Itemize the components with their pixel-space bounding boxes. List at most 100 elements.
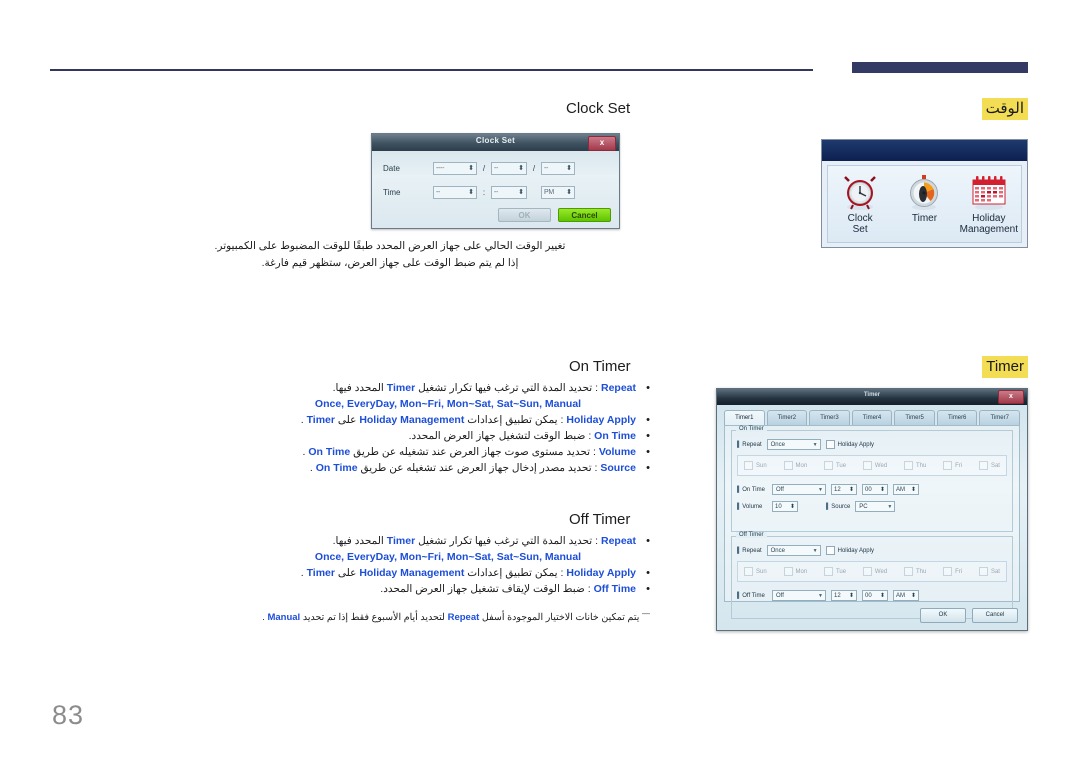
- bullet-colon: :: [592, 382, 599, 394]
- off-holiday-apply-checkbox[interactable]: Holiday Apply: [825, 546, 874, 555]
- footnote-marker: ―: [642, 609, 650, 618]
- close-icon[interactable]: x: [998, 390, 1024, 404]
- timer-dialog-buttons: OK Cancel: [920, 608, 1018, 623]
- tab-timer7[interactable]: Timer7: [979, 410, 1021, 425]
- tab-timer2[interactable]: Timer2: [766, 410, 808, 425]
- tab-timer5[interactable]: Timer5: [894, 410, 935, 425]
- on-time-hour-stepper[interactable]: 12 ⬍: [831, 484, 857, 495]
- stepper-arrows-icon: ⬍: [848, 593, 854, 599]
- volume-stepper[interactable]: 10 ⬍: [772, 501, 798, 512]
- checkbox-box-icon: [744, 461, 753, 470]
- off-day-tue[interactable]: Tue: [823, 567, 846, 576]
- time-hour-stepper[interactable]: -- ⬍: [433, 186, 477, 199]
- checkbox-box-icon: [783, 461, 793, 470]
- close-icon[interactable]: x: [588, 136, 616, 151]
- day-label: Tue: [835, 462, 847, 469]
- stepper-arrows-icon: ⬍: [789, 504, 795, 510]
- clock-set-buttons: OK Cancel: [498, 208, 611, 222]
- on-day-wed[interactable]: Wed: [862, 461, 887, 470]
- bullet-colon: :: [585, 430, 592, 442]
- bullet-text-2: المحدد فيها.: [332, 382, 384, 394]
- off-day-sat[interactable]: Sat: [978, 567, 1000, 576]
- off-repeat-label: Repeat: [737, 548, 761, 554]
- on-day-sat[interactable]: Sat: [978, 461, 1000, 470]
- list-item: Source : تحديد مصدر إدخال جهاز العرض عند…: [260, 460, 650, 476]
- bullet-colon: :: [557, 567, 564, 579]
- cancel-button[interactable]: Cancel: [558, 208, 611, 222]
- off-day-fri[interactable]: Fri: [943, 567, 962, 576]
- panel-item-clock-set[interactable]: Clock Set: [829, 171, 891, 235]
- bullet-colon: :: [592, 535, 599, 547]
- heading-off-timer: Off Timer: [569, 511, 631, 528]
- panel-icons: Clock Set Timer Holiday Management: [827, 165, 1022, 243]
- day-label: Fri: [955, 568, 963, 575]
- panel-item-holiday-management[interactable]: Holiday Management: [958, 171, 1020, 235]
- source-label: Source: [826, 504, 850, 510]
- time-meridiem-stepper[interactable]: PM ⬍: [541, 186, 575, 199]
- tab-timer3[interactable]: Timer3: [809, 410, 850, 425]
- stepper-arrows-icon: ⬍: [566, 189, 572, 196]
- time-minute-stepper[interactable]: -- ⬍: [491, 186, 527, 199]
- on-day-fri[interactable]: Fri: [943, 461, 962, 470]
- timer-sheet: Timer1 Timer2 Timer3 Timer4 Timer5 Timer…: [724, 410, 1021, 619]
- tab-timer1[interactable]: Timer1: [724, 410, 765, 425]
- ok-button[interactable]: OK: [498, 208, 551, 222]
- source-select[interactable]: PC ▼: [855, 501, 896, 512]
- timer-ok-button[interactable]: OK: [920, 608, 966, 623]
- checkbox-box-icon: [825, 546, 835, 555]
- on-day-mon[interactable]: Mon: [783, 461, 807, 470]
- off-day-thu[interactable]: Thu: [903, 567, 926, 576]
- panel-item-timer[interactable]: Timer: [893, 171, 955, 224]
- on-timer-days-row: Sun Mon Tue Wed Thu Fri Sat: [737, 455, 1007, 476]
- off-time-row: Off Time Off ▼ 12 ⬍ 00 ⬍ AM ⬍: [737, 589, 1007, 602]
- off-time-state-select[interactable]: Off ▼: [772, 590, 826, 601]
- clock-set-body: Date ---- ⬍ / -- ⬍ / -- ⬍ Time -- ⬍ : --…: [372, 151, 619, 201]
- stepper-arrows-icon: ⬍: [518, 165, 524, 172]
- time-label: Time: [383, 188, 401, 197]
- footnote-text-c: .: [262, 612, 265, 624]
- off-repeat-select[interactable]: Once ▼: [766, 545, 821, 556]
- bullet-keyword-2: Holiday Management: [359, 567, 465, 579]
- day-label: Sat: [990, 568, 1000, 575]
- bullet-options: Once, EveryDay, Mon~Fri, Mon~Sat, Sat~Su…: [314, 551, 582, 563]
- checkbox-box-icon: [744, 567, 753, 576]
- tab-timer4[interactable]: Timer4: [851, 410, 893, 425]
- off-time-minute-stepper[interactable]: 00 ⬍: [862, 590, 888, 601]
- heading-clock-set: Clock Set: [566, 100, 631, 117]
- off-time-hour-stepper[interactable]: 12 ⬍: [831, 590, 857, 601]
- date-separator-2: /: [532, 164, 536, 173]
- intro-line-1: تغيير الوقت الحالي على جهاز العرض المحدد…: [214, 240, 566, 252]
- footnote-keyword-a: Repeat: [447, 612, 480, 624]
- on-day-thu[interactable]: Thu: [903, 461, 926, 470]
- on-holiday-apply-checkbox[interactable]: Holiday Apply: [825, 440, 874, 449]
- on-repeat-select[interactable]: Once ▼: [766, 439, 821, 450]
- off-time-minute-value: 00: [865, 592, 872, 599]
- date-day-stepper[interactable]: -- ⬍: [541, 162, 575, 175]
- off-time-meridiem-stepper[interactable]: AM ⬍: [893, 590, 919, 601]
- tab-timer6[interactable]: Timer6: [936, 410, 978, 425]
- checkbox-box-icon: [823, 567, 833, 576]
- date-month-stepper[interactable]: -- ⬍: [491, 162, 527, 175]
- bullet-keyword-2: Holiday Management: [359, 414, 465, 426]
- off-day-sun[interactable]: Sun: [744, 567, 767, 576]
- stepper-arrows-icon: ⬍: [910, 487, 916, 493]
- on-time-meridiem-stepper[interactable]: AM ⬍: [893, 484, 919, 495]
- panel-item-label-line2: Management: [959, 224, 1018, 235]
- on-time-minute-stepper[interactable]: 00 ⬍: [862, 484, 888, 495]
- on-day-tue[interactable]: Tue: [823, 461, 847, 470]
- date-year-stepper[interactable]: ---- ⬍: [433, 162, 477, 175]
- bullet-keyword-2: On Time: [308, 446, 351, 458]
- on-time-state-select[interactable]: Off ▼: [772, 484, 826, 495]
- off-day-wed[interactable]: Wed: [862, 567, 887, 576]
- bullet-colon: :: [557, 414, 564, 426]
- on-day-sun[interactable]: Sun: [744, 461, 767, 470]
- volume-value: 10: [775, 503, 782, 510]
- off-repeat-value: Once: [770, 547, 785, 554]
- timer-cancel-button[interactable]: Cancel: [972, 608, 1018, 623]
- bullet-keyword: Off Time: [593, 583, 636, 595]
- header-accent-bar: [852, 62, 1028, 73]
- bullet-keyword-2: Timer: [386, 535, 416, 547]
- manual-page: الوقت Timer Clock Set On Timer Off Timer…: [0, 0, 1080, 763]
- bullet-colon: :: [591, 462, 598, 474]
- off-day-mon[interactable]: Mon: [783, 567, 807, 576]
